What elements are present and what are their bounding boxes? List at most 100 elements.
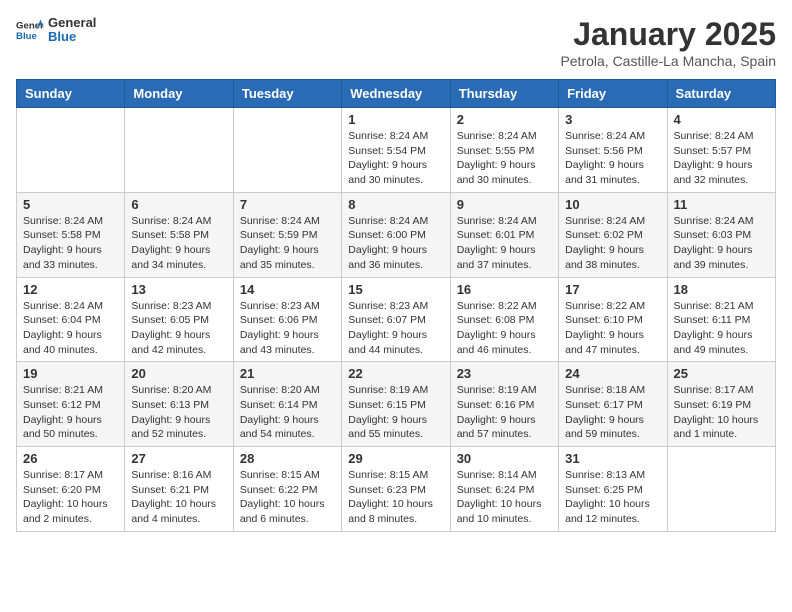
calendar-cell: 26 Sunrise: 8:17 AM Sunset: 6:20 PM Dayli… — [17, 447, 125, 532]
day-number: 15 — [348, 282, 443, 297]
day-info: Sunrise: 8:24 AM Sunset: 6:03 PM Dayligh… — [674, 214, 769, 273]
day-number: 19 — [23, 366, 118, 381]
day-info: Sunrise: 8:24 AM Sunset: 5:58 PM Dayligh… — [131, 214, 226, 273]
weekday-header-row: SundayMondayTuesdayWednesdayThursdayFrid… — [17, 80, 776, 108]
calendar-cell: 6 Sunrise: 8:24 AM Sunset: 5:58 PM Daylig… — [125, 192, 233, 277]
day-info: Sunrise: 8:18 AM Sunset: 6:17 PM Dayligh… — [565, 383, 660, 442]
day-info: Sunrise: 8:24 AM Sunset: 6:02 PM Dayligh… — [565, 214, 660, 273]
logo-blue-text: Blue — [48, 30, 96, 44]
calendar-week-row: 26 Sunrise: 8:17 AM Sunset: 6:20 PM Dayli… — [17, 447, 776, 532]
day-number: 14 — [240, 282, 335, 297]
calendar-cell — [667, 447, 775, 532]
weekday-header-sunday: Sunday — [17, 80, 125, 108]
calendar-cell: 13 Sunrise: 8:23 AM Sunset: 6:05 PM Dayli… — [125, 277, 233, 362]
day-info: Sunrise: 8:24 AM Sunset: 5:56 PM Dayligh… — [565, 129, 660, 188]
calendar-cell: 28 Sunrise: 8:15 AM Sunset: 6:22 PM Dayli… — [233, 447, 341, 532]
day-info: Sunrise: 8:24 AM Sunset: 5:55 PM Dayligh… — [457, 129, 552, 188]
day-number: 18 — [674, 282, 769, 297]
day-number: 20 — [131, 366, 226, 381]
day-number: 29 — [348, 451, 443, 466]
day-number: 16 — [457, 282, 552, 297]
day-info: Sunrise: 8:13 AM Sunset: 6:25 PM Dayligh… — [565, 468, 660, 527]
logo-general-text: General — [48, 16, 96, 30]
day-info: Sunrise: 8:24 AM Sunset: 6:04 PM Dayligh… — [23, 299, 118, 358]
day-number: 22 — [348, 366, 443, 381]
calendar-cell — [233, 108, 341, 193]
day-info: Sunrise: 8:17 AM Sunset: 6:20 PM Dayligh… — [23, 468, 118, 527]
day-number: 24 — [565, 366, 660, 381]
calendar-week-row: 1 Sunrise: 8:24 AM Sunset: 5:54 PM Daylig… — [17, 108, 776, 193]
title-area: January 2025 Petrola, Castille-La Mancha… — [560, 16, 776, 69]
day-number: 28 — [240, 451, 335, 466]
calendar-cell: 16Sunrise: 8:22 AM Sunset: 6:08 PM Dayli… — [450, 277, 558, 362]
day-info: Sunrise: 8:24 AM Sunset: 5:54 PM Dayligh… — [348, 129, 443, 188]
day-number: 5 — [23, 197, 118, 212]
calendar-cell: 24 Sunrise: 8:18 AM Sunset: 6:17 PM Dayli… — [559, 362, 667, 447]
calendar-cell: 5 Sunrise: 8:24 AM Sunset: 5:58 PM Daylig… — [17, 192, 125, 277]
calendar-cell: 18Sunrise: 8:21 AM Sunset: 6:11 PM Dayli… — [667, 277, 775, 362]
day-info: Sunrise: 8:23 AM Sunset: 6:05 PM Dayligh… — [131, 299, 226, 358]
calendar-cell: 17Sunrise: 8:22 AM Sunset: 6:10 PM Dayli… — [559, 277, 667, 362]
calendar-table: SundayMondayTuesdayWednesdayThursdayFrid… — [16, 79, 776, 532]
day-number: 13 — [131, 282, 226, 297]
day-number: 3 — [565, 112, 660, 127]
day-info: Sunrise: 8:16 AM Sunset: 6:21 PM Dayligh… — [131, 468, 226, 527]
day-info: Sunrise: 8:19 AM Sunset: 6:15 PM Dayligh… — [348, 383, 443, 442]
day-number: 31 — [565, 451, 660, 466]
day-number: 26 — [23, 451, 118, 466]
day-number: 21 — [240, 366, 335, 381]
calendar-cell: 4Sunrise: 8:24 AM Sunset: 5:57 PM Daylig… — [667, 108, 775, 193]
day-number: 6 — [131, 197, 226, 212]
day-number: 2 — [457, 112, 552, 127]
day-number: 11 — [674, 197, 769, 212]
day-number: 12 — [23, 282, 118, 297]
calendar-cell: 10 Sunrise: 8:24 AM Sunset: 6:02 PM Dayli… — [559, 192, 667, 277]
day-number: 25 — [674, 366, 769, 381]
day-number: 27 — [131, 451, 226, 466]
day-info: Sunrise: 8:24 AM Sunset: 6:00 PM Dayligh… — [348, 214, 443, 273]
calendar-cell: 7Sunrise: 8:24 AM Sunset: 5:59 PM Daylig… — [233, 192, 341, 277]
day-info: Sunrise: 8:20 AM Sunset: 6:13 PM Dayligh… — [131, 383, 226, 442]
calendar-cell: 1 Sunrise: 8:24 AM Sunset: 5:54 PM Daylig… — [342, 108, 450, 193]
calendar-cell: 25 Sunrise: 8:17 AM Sunset: 6:19 PM Dayli… — [667, 362, 775, 447]
svg-text:Blue: Blue — [16, 31, 37, 42]
weekday-header-tuesday: Tuesday — [233, 80, 341, 108]
day-info: Sunrise: 8:24 AM Sunset: 5:58 PM Dayligh… — [23, 214, 118, 273]
weekday-header-thursday: Thursday — [450, 80, 558, 108]
day-info: Sunrise: 8:23 AM Sunset: 6:06 PM Dayligh… — [240, 299, 335, 358]
calendar-cell — [125, 108, 233, 193]
day-info: Sunrise: 8:24 AM Sunset: 5:57 PM Dayligh… — [674, 129, 769, 188]
day-info: Sunrise: 8:19 AM Sunset: 6:16 PM Dayligh… — [457, 383, 552, 442]
calendar-cell: 20 Sunrise: 8:20 AM Sunset: 6:13 PM Dayli… — [125, 362, 233, 447]
calendar-week-row: 5 Sunrise: 8:24 AM Sunset: 5:58 PM Daylig… — [17, 192, 776, 277]
day-number: 8 — [348, 197, 443, 212]
day-number: 10 — [565, 197, 660, 212]
day-number: 17 — [565, 282, 660, 297]
calendar-cell: 30Sunrise: 8:14 AM Sunset: 6:24 PM Dayli… — [450, 447, 558, 532]
day-info: Sunrise: 8:23 AM Sunset: 6:07 PM Dayligh… — [348, 299, 443, 358]
day-info: Sunrise: 8:21 AM Sunset: 6:12 PM Dayligh… — [23, 383, 118, 442]
weekday-header-saturday: Saturday — [667, 80, 775, 108]
day-number: 9 — [457, 197, 552, 212]
calendar-cell: 14 Sunrise: 8:23 AM Sunset: 6:06 PM Dayli… — [233, 277, 341, 362]
day-info: Sunrise: 8:20 AM Sunset: 6:14 PM Dayligh… — [240, 383, 335, 442]
weekday-header-wednesday: Wednesday — [342, 80, 450, 108]
page-header: General Blue General Blue January 2025 P… — [16, 16, 776, 69]
logo-icon: General Blue — [16, 16, 44, 44]
calendar-cell: 11 Sunrise: 8:24 AM Sunset: 6:03 PM Dayli… — [667, 192, 775, 277]
calendar-cell: 15 Sunrise: 8:23 AM Sunset: 6:07 PM Dayli… — [342, 277, 450, 362]
weekday-header-monday: Monday — [125, 80, 233, 108]
day-info: Sunrise: 8:14 AM Sunset: 6:24 PM Dayligh… — [457, 468, 552, 527]
day-number: 23 — [457, 366, 552, 381]
calendar-cell: 3 Sunrise: 8:24 AM Sunset: 5:56 PM Daylig… — [559, 108, 667, 193]
calendar-week-row: 12 Sunrise: 8:24 AM Sunset: 6:04 PM Dayli… — [17, 277, 776, 362]
calendar-cell: 29Sunrise: 8:15 AM Sunset: 6:23 PM Dayli… — [342, 447, 450, 532]
day-info: Sunrise: 8:17 AM Sunset: 6:19 PM Dayligh… — [674, 383, 769, 442]
day-info: Sunrise: 8:15 AM Sunset: 6:22 PM Dayligh… — [240, 468, 335, 527]
calendar-cell: 19 Sunrise: 8:21 AM Sunset: 6:12 PM Dayli… — [17, 362, 125, 447]
day-number: 7 — [240, 197, 335, 212]
calendar-cell: 31 Sunrise: 8:13 AM Sunset: 6:25 PM Dayli… — [559, 447, 667, 532]
calendar-cell: 9Sunrise: 8:24 AM Sunset: 6:01 PM Daylig… — [450, 192, 558, 277]
day-number: 1 — [348, 112, 443, 127]
weekday-header-friday: Friday — [559, 80, 667, 108]
